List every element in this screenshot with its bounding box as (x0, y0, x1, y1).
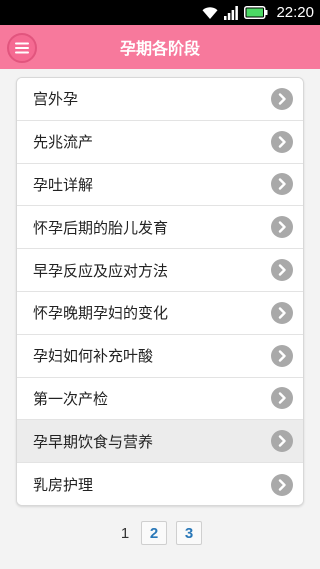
chevron-right-icon[interactable] (271, 87, 293, 110)
battery-icon (244, 6, 268, 19)
list-item-label: 怀孕后期的胎儿发育 (33, 218, 169, 237)
stage-list: 宫外孕先兆流产孕吐详解怀孕后期的胎儿发育 早孕反应及应对方法 怀孕晚期孕妇的变化 孕妇… (16, 77, 304, 506)
list-item-label: 孕吐详解 (33, 175, 94, 194)
list-item-label: 孕妇如何补充叶酸 (33, 347, 154, 366)
current-page: 1 (120, 524, 130, 542)
page-link-2[interactable]: 2 (141, 521, 167, 545)
pagination: 1 2 3 (0, 519, 320, 547)
list-item-label: 乳房护理 (33, 476, 94, 495)
signal-icon (224, 5, 239, 20)
list-item-label: 先兆流产 (33, 133, 94, 152)
chevron-right-icon[interactable] (271, 430, 293, 453)
wifi-icon (202, 6, 218, 19)
page-link-3[interactable]: 3 (176, 521, 202, 545)
chevron-right-icon[interactable] (271, 301, 293, 324)
list-item-label: 孕早期饮食与营养 (33, 432, 154, 451)
list-item[interactable]: 先兆流产 (17, 120, 303, 164)
list-item-label: 第一次产检 (33, 389, 109, 408)
clock: 22:20 (276, 4, 314, 21)
chevron-right-icon[interactable] (271, 387, 293, 410)
list-item[interactable]: 怀孕晚期孕妇的变化 (17, 291, 303, 335)
menu-button[interactable] (7, 33, 37, 63)
list-item-label: 早孕反应及应对方法 (33, 261, 169, 280)
page-title: 孕期各阶段 (119, 39, 200, 58)
list-item-label: 宫外孕 (33, 90, 79, 109)
list-item[interactable]: 第一次产检 (17, 377, 303, 421)
list-item[interactable]: 早孕反应及应对方法 (17, 249, 303, 292)
list-item[interactable]: 孕吐详解 (17, 163, 303, 207)
app-bar: 孕期各阶段 (0, 25, 320, 69)
list-item-label: 怀孕晚期孕妇的变化 (33, 304, 169, 323)
list-item[interactable]: 怀孕后期的胎儿发育 (17, 206, 303, 250)
list-item[interactable]: 孕早期饮食与营养 (17, 420, 303, 464)
list-item[interactable]: 孕妇如何补充叶酸 (17, 334, 303, 378)
chevron-right-icon[interactable] (271, 216, 293, 239)
chevron-right-icon[interactable] (271, 130, 293, 153)
chevron-right-icon[interactable] (271, 173, 293, 196)
status-bar: 22:20 (0, 0, 320, 25)
chevron-right-icon[interactable] (271, 259, 293, 282)
list-item[interactable]: 宫外孕 (17, 78, 303, 121)
chevron-right-icon[interactable] (271, 473, 293, 496)
list-item[interactable]: 乳房护理 (17, 463, 303, 505)
chevron-right-icon[interactable] (271, 344, 293, 367)
menu-icon (15, 42, 29, 54)
